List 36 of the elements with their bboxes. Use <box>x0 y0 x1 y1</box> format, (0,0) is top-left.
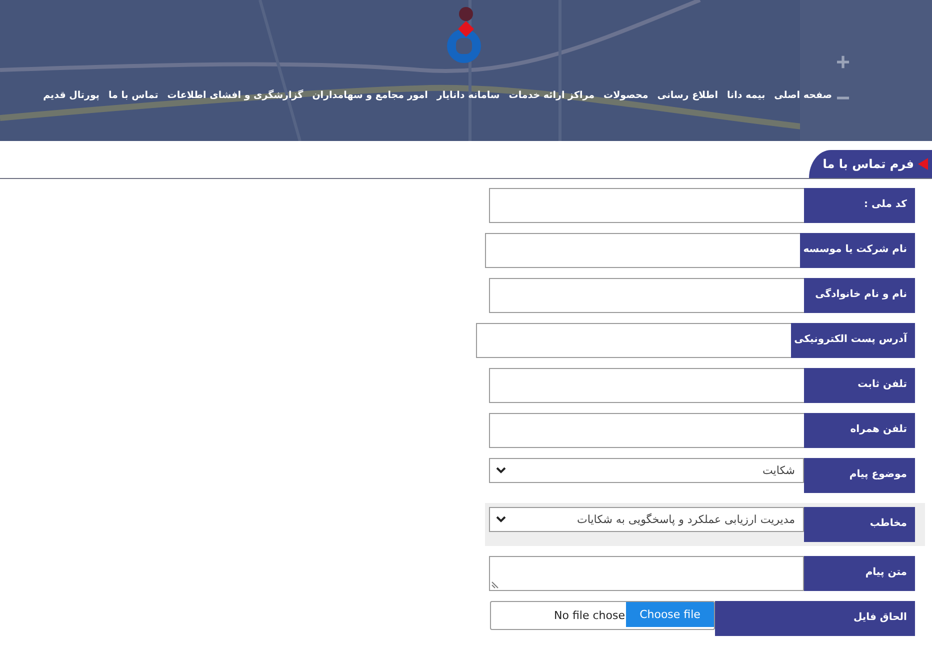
field-label: الحاق فایل <box>715 601 915 636</box>
choose-file-button[interactable]: Choose file <box>626 602 714 627</box>
message-field[interactable] <box>489 556 804 591</box>
nav-link[interactable]: اطلاع رسانی <box>657 90 718 101</box>
text-field[interactable] <box>489 413 804 448</box>
dropdown[interactable]: شکایت <box>489 458 804 483</box>
nav-link[interactable]: تماس با ما <box>108 90 158 101</box>
nav-link[interactable]: گزارشگری و افشای اطلاعات <box>167 90 304 101</box>
resize-grip-icon <box>491 581 499 589</box>
nav-link[interactable]: پورتال قدیم <box>43 90 100 101</box>
field-label: مخاطب <box>804 507 915 542</box>
text-field[interactable] <box>489 188 804 223</box>
field-label: موضوع پیام <box>804 458 915 493</box>
file-status: No file chose <box>554 609 625 622</box>
text-field[interactable] <box>476 323 792 358</box>
nav-link[interactable]: مراکز ارائه خدمات <box>508 90 595 101</box>
nav-link[interactable]: سامانه دانایار <box>436 90 500 101</box>
nav-link[interactable]: بیمه دانا <box>726 90 766 101</box>
nav-link[interactable]: صفحه اصلی <box>774 90 832 101</box>
field-label: تلفن ثابت <box>804 368 915 403</box>
field-label: کد ملی : <box>804 188 915 223</box>
form-title: فرم تماس با ما <box>822 157 914 171</box>
field-label: تلفن همراه <box>804 413 915 448</box>
chevron-down-icon <box>496 467 506 474</box>
dropdown[interactable]: مدیریت ارزیابی عملکرد و پاسخگویی به شکایات <box>489 507 804 532</box>
nav-link[interactable]: محصولات <box>604 90 648 101</box>
field-label: نام شرکت یا موسسه <box>800 233 915 268</box>
field-label: متن پیام <box>804 556 915 591</box>
text-field[interactable] <box>485 233 800 268</box>
field-label: نام و نام خانوادگی <box>804 278 915 313</box>
field-label: آدرس پست الکترونیکی <box>791 323 915 358</box>
nav-link[interactable]: امور مجامع و سهامداران <box>312 90 428 101</box>
text-field[interactable] <box>489 368 804 403</box>
text-field[interactable] <box>489 278 804 313</box>
triangle-icon <box>918 158 928 170</box>
chevron-down-icon <box>496 516 506 523</box>
